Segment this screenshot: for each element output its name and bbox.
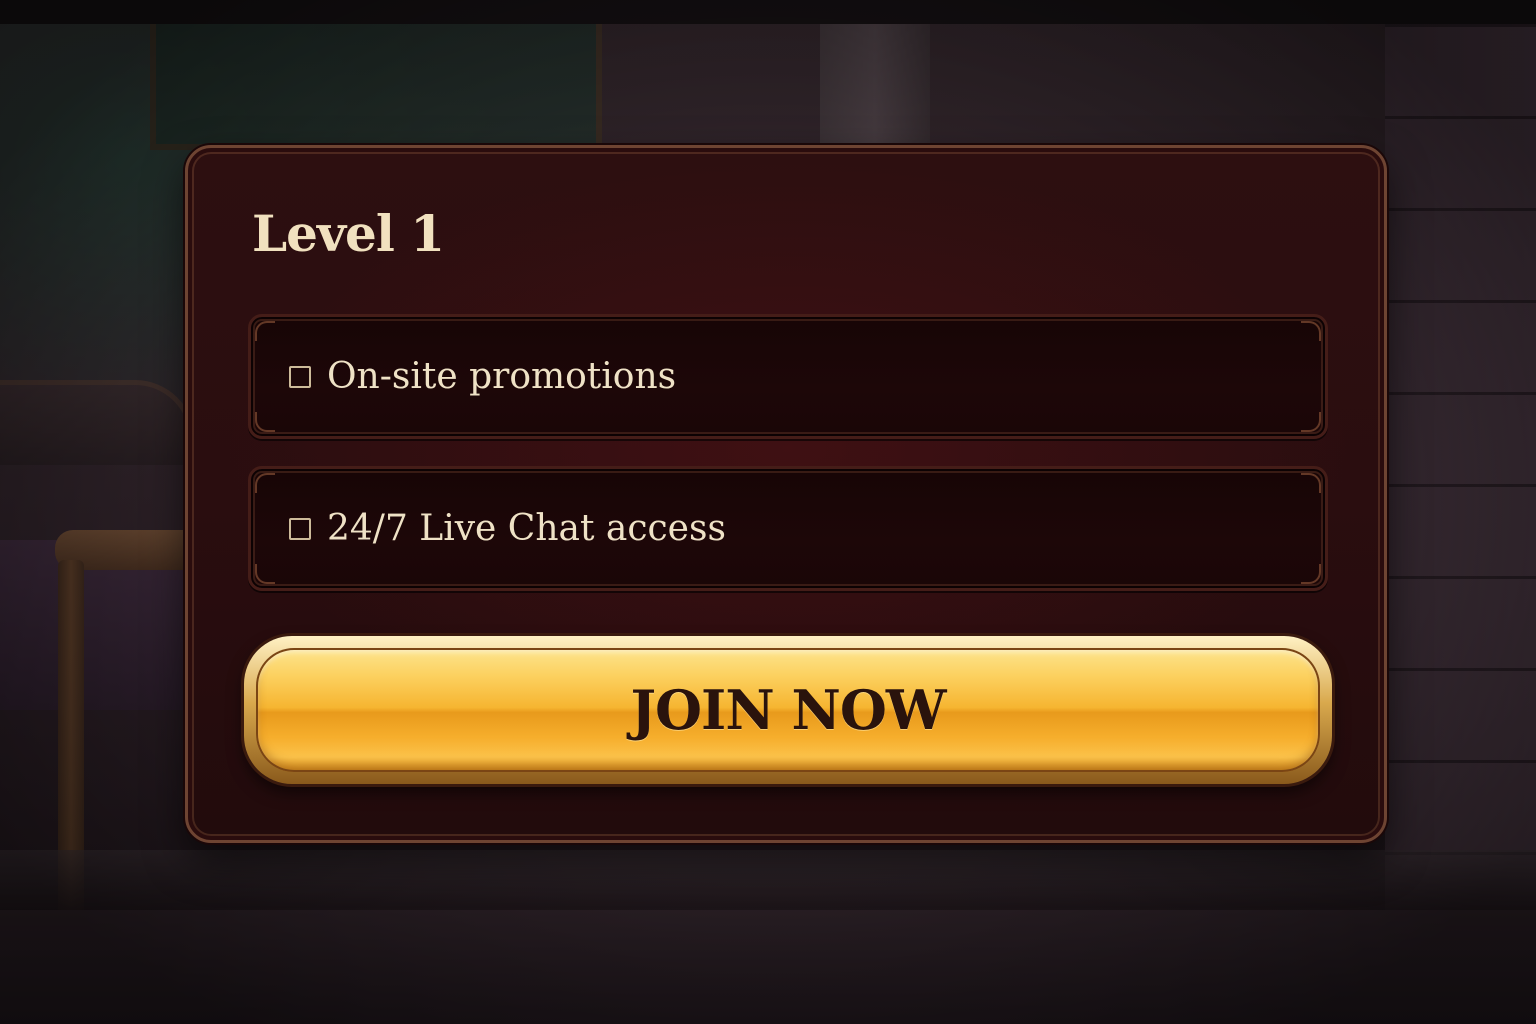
ornament-corner	[255, 412, 275, 432]
join-button-label: JOIN NOW	[630, 678, 946, 742]
ornament-corner	[255, 321, 275, 341]
ornament-corner	[255, 473, 275, 493]
checkbox-live-chat[interactable]	[289, 517, 311, 540]
ornament-corner	[1301, 412, 1321, 432]
ornament-corner	[1301, 321, 1321, 341]
ornament-corner	[255, 564, 275, 584]
checkbox-promotions[interactable]	[289, 365, 311, 388]
ornament-corner	[1301, 564, 1321, 584]
benefit-row-live-chat: 24/7 Live Chat access	[248, 466, 1328, 591]
join-now-button[interactable]: JOIN NOW	[244, 636, 1332, 784]
benefit-row-promotions: On-site promotions	[248, 314, 1328, 439]
benefit-label-live-chat: 24/7 Live Chat access	[327, 508, 726, 549]
benefit-label-promotions: On-site promotions	[327, 356, 677, 397]
ornament-corner	[1301, 473, 1321, 493]
level-title: Level 1	[252, 204, 445, 263]
level-panel: Level 1 On-site promotions 24/7 Live Cha…	[185, 145, 1387, 843]
